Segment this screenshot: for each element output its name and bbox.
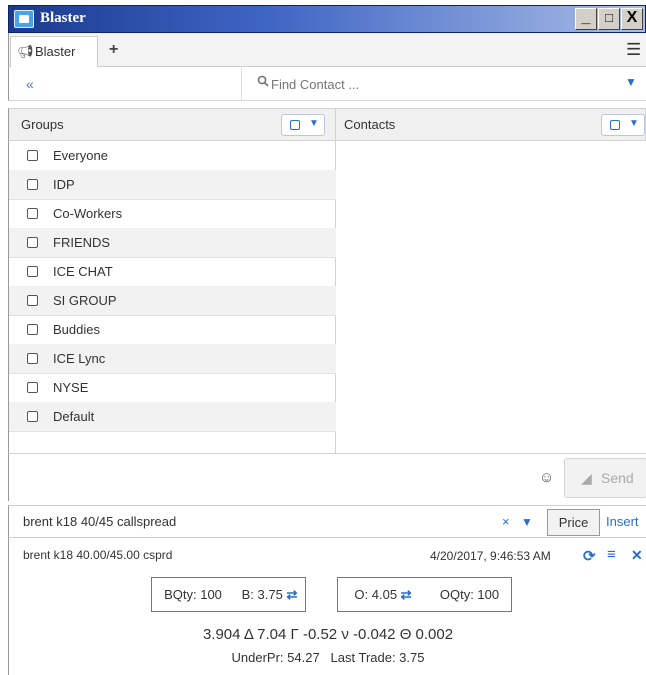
- app-icon: [14, 10, 34, 28]
- contacts-list: [336, 141, 646, 453]
- price-request-bar: brent k18 40/45 callspread × ▼ Price Ins…: [8, 505, 646, 538]
- list-icon[interactable]: ≡: [607, 546, 616, 563]
- checkbox[interactable]: [27, 353, 38, 364]
- checkbox-icon: [610, 120, 620, 130]
- maximize-button[interactable]: □: [598, 8, 620, 30]
- close-icon[interactable]: ✕: [631, 547, 643, 564]
- window-title: Blaster: [40, 10, 86, 26]
- caret-down-icon: ▼: [309, 118, 319, 129]
- checkbox[interactable]: [27, 208, 38, 219]
- price-button[interactable]: Price: [547, 509, 600, 536]
- collapse-panel-icon[interactable]: «: [26, 76, 34, 92]
- send-button[interactable]: ◢ Send: [564, 458, 646, 498]
- smiley-icon[interactable]: ☺: [539, 469, 554, 486]
- group-label: ICE CHAT: [53, 264, 113, 279]
- group-label: FRIENDS: [53, 235, 111, 250]
- quote-panel: brent k18 40.00/45.00 csprd 4/20/2017, 9…: [8, 538, 646, 675]
- price-request-input[interactable]: brent k18 40/45 callspread: [23, 514, 483, 529]
- contact-search-bar: « ▼: [8, 67, 646, 101]
- group-row-buddies[interactable]: Buddies: [9, 315, 336, 345]
- swap-icon: ⇄: [286, 587, 298, 602]
- group-row-friends[interactable]: FRIENDS: [9, 228, 336, 258]
- offer-price-value: O: 4.05: [354, 587, 398, 602]
- send-label: Send: [601, 470, 634, 486]
- group-row-ice-lync[interactable]: ICE Lync: [9, 344, 336, 374]
- insert-button[interactable]: Insert: [601, 509, 646, 536]
- groups-select-button[interactable]: ▼: [281, 114, 325, 136]
- paper-plane-icon: ◢: [581, 470, 592, 486]
- search-icon: [257, 75, 269, 90]
- groups-title: Groups: [21, 117, 64, 132]
- window-titlebar: Blaster _ □ X: [8, 5, 646, 33]
- quote-description: brent k18 40.00/45.00 csprd: [23, 548, 173, 562]
- group-label: Co-Workers: [53, 206, 123, 221]
- contacts-header: Contacts ▼: [335, 108, 646, 141]
- hamburger-menu-icon[interactable]: ☰: [626, 40, 641, 60]
- under-price: UnderPr: 54.27: [231, 650, 320, 665]
- compose-area[interactable]: ☺ ◢ Send: [8, 453, 646, 501]
- tab-label: Blaster: [35, 44, 76, 59]
- checkbox[interactable]: [27, 179, 38, 190]
- bid-price[interactable]: B: 3.75 ⇄: [234, 577, 306, 612]
- megaphone-icon: 📢︎: [17, 44, 34, 59]
- group-row-idp[interactable]: IDP: [9, 170, 336, 200]
- contacts-title: Contacts: [344, 117, 396, 132]
- minimize-button[interactable]: _: [575, 8, 597, 30]
- checkbox[interactable]: [27, 266, 38, 277]
- group-row-ice-chat[interactable]: ICE CHAT: [9, 257, 336, 287]
- divider: [241, 67, 242, 101]
- group-row-si-group[interactable]: SI GROUP: [9, 286, 336, 316]
- group-label: NYSE: [53, 380, 89, 395]
- caret-down-icon: ▼: [629, 118, 639, 129]
- group-list: Everyone IDP Co-Workers FRIENDS ICE CHAT…: [8, 141, 336, 453]
- chevron-down-icon[interactable]: ▼: [521, 515, 533, 529]
- tab-blaster[interactable]: 📢︎ Blaster: [10, 36, 98, 67]
- checkbox[interactable]: [27, 150, 38, 161]
- checkbox[interactable]: [27, 411, 38, 422]
- group-label: Everyone: [53, 148, 108, 163]
- offer-quantity-value: OQty: 100: [439, 587, 500, 602]
- group-row-default[interactable]: Default: [9, 402, 336, 432]
- contacts-select-button[interactable]: ▼: [601, 114, 645, 136]
- checkbox[interactable]: [27, 237, 38, 248]
- group-label: IDP: [53, 177, 75, 192]
- quote-timestamp: 4/20/2017, 9:46:53 AM: [430, 549, 551, 563]
- chevron-down-icon[interactable]: ▼: [625, 75, 637, 89]
- bid-quantity-value: BQty: 100: [164, 587, 222, 602]
- swap-icon: ⇄: [400, 587, 412, 602]
- underlying-line: UnderPr: 54.27 Last Trade: 3.75: [9, 650, 646, 665]
- checkbox[interactable]: [27, 382, 38, 393]
- checkbox[interactable]: [27, 295, 38, 306]
- add-tab-icon[interactable]: +: [109, 41, 118, 59]
- group-label: Buddies: [53, 322, 100, 337]
- checkbox-icon: [290, 120, 300, 130]
- bid-quantity: BQty: 100: [151, 577, 235, 612]
- group-label: Default: [53, 409, 95, 424]
- groups-header: Groups ▼: [8, 108, 336, 141]
- checkbox[interactable]: [27, 324, 38, 335]
- offer-price[interactable]: O: 4.05 ⇄: [337, 577, 429, 612]
- bid-price-value: B: 3.75: [241, 587, 283, 602]
- group-row-everyone[interactable]: Everyone: [9, 141, 336, 171]
- refresh-icon[interactable]: ⟳: [583, 547, 596, 565]
- clear-icon[interactable]: ×: [502, 514, 510, 529]
- last-trade: Last Trade: 3.75: [330, 650, 425, 665]
- find-contact-input[interactable]: [271, 73, 621, 95]
- group-label: SI GROUP: [53, 293, 117, 308]
- tab-bar: 📢︎ Blaster + ☰: [8, 33, 646, 67]
- group-row-co-workers[interactable]: Co-Workers: [9, 199, 336, 229]
- offer-quantity: OQty: 100: [428, 577, 512, 612]
- group-row-nyse[interactable]: NYSE: [9, 373, 336, 403]
- close-window-button[interactable]: X: [621, 8, 643, 30]
- greeks-line: 3.904 Δ 7.04 Γ -0.52 ν -0.042 Θ 0.002: [202, 626, 454, 643]
- group-label: ICE Lync: [53, 351, 106, 366]
